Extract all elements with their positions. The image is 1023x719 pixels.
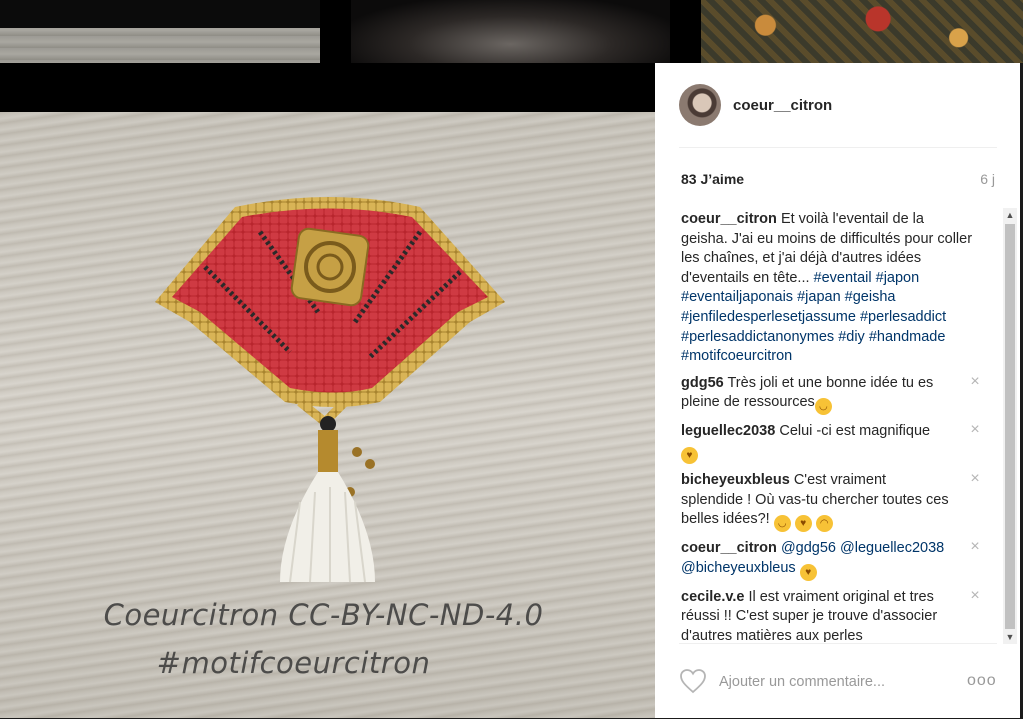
watermark-license: Coeurcitron CC-BY-NC-ND-4.0 <box>103 598 544 632</box>
comment-item: leguellec2038 Celui -ci est magnifique ♥… <box>681 422 983 464</box>
mention-link[interactable]: @bicheyeuxbleus <box>681 560 796 576</box>
post-photo-pane: Coeurcitron CC-BY-NC-ND-4.0 #motifcoeurc… <box>0 63 655 718</box>
hashtag-link[interactable]: #handmade <box>869 329 946 345</box>
heart-icon[interactable] <box>679 668 707 694</box>
comment-item: coeur__citron @gdg56 @leguellec2038 @bic… <box>681 539 983 581</box>
likes-row: 83 J’aime 6 j <box>681 171 995 191</box>
mention-link[interactable]: @gdg56 <box>781 540 836 556</box>
mention-link[interactable]: @leguellec2038 <box>840 540 944 556</box>
post-age[interactable]: 6 j <box>980 171 995 187</box>
scroll-up-arrow-icon[interactable]: ▲ <box>1003 208 1017 222</box>
hashtag-link[interactable]: #japan <box>797 289 841 305</box>
author-username[interactable]: coeur__citron <box>733 97 832 114</box>
comment-username[interactable]: cecile.v.e <box>681 589 744 605</box>
background-thumbnail-strip <box>0 0 1023 63</box>
hashtag-link[interactable]: #eventailjaponais <box>681 289 793 305</box>
comment-username[interactable]: coeur__citron <box>681 211 777 227</box>
scrollbar-thumb[interactable] <box>1005 224 1015 629</box>
smirk-emoji-icon: ◠ <box>815 515 833 533</box>
background-thumbnail[interactable] <box>0 0 320 63</box>
hashtag-link[interactable]: #perlesaddictanonymes <box>681 329 834 345</box>
close-icon[interactable]: × <box>967 422 983 438</box>
comment-footer: ooo <box>679 643 997 719</box>
scroll-down-arrow-icon[interactable]: ▼ <box>1003 630 1017 644</box>
comment-username[interactable]: gdg56 <box>681 375 724 391</box>
comment-username[interactable]: bicheyeuxbleus <box>681 472 790 488</box>
close-icon[interactable]: × <box>967 587 983 604</box>
background-thumbnail[interactable] <box>701 0 1023 63</box>
post-side-panel: coeur__citron 83 J’aime 6 j coeur__citro… <box>655 63 1020 718</box>
comment-scrollbar[interactable]: ▲ ▼ <box>1003 208 1017 644</box>
hashtag-link[interactable]: #diy <box>838 329 865 345</box>
comment-list: coeur__citron Et voilà l'eventail de la … <box>681 210 983 642</box>
post-header: coeur__citron <box>679 83 997 148</box>
slight-smile-emoji-icon: ◡ <box>814 398 832 416</box>
hashtag-link[interactable]: #japon <box>876 270 920 286</box>
hashtag-link[interactable]: #geisha <box>845 289 896 305</box>
heart-eyes-emoji-icon: ♥ <box>681 446 698 464</box>
close-icon[interactable]: × <box>967 373 983 390</box>
hashtag-link[interactable]: #jenfiledesperlesetjassume <box>681 309 856 325</box>
watermark-hashtag: #motifcoeurcitron <box>156 646 431 680</box>
likes-count[interactable]: 83 J’aime <box>681 171 744 187</box>
close-icon[interactable]: × <box>967 470 983 487</box>
hashtag-link[interactable]: #perlesaddict <box>860 309 946 325</box>
avatar[interactable] <box>679 84 721 126</box>
grin-emoji-icon: ◡ <box>773 515 791 533</box>
comment-item: bicheyeuxbleus C'est vraiment splendide … <box>681 470 983 533</box>
heart-eyes-emoji-icon: ♥ <box>794 515 812 533</box>
kissing-heart-emoji-icon: ♥ <box>799 563 817 581</box>
add-comment-input[interactable] <box>719 671 949 693</box>
post-caption: coeur__citron Et voilà l'eventail de la … <box>681 210 983 367</box>
comment-item: cecile.v.e Il est vraiment original et t… <box>681 587 983 642</box>
comment-username[interactable]: coeur__citron <box>681 540 777 556</box>
comment-item: gdg56 Très joli et une bonne idée tu es … <box>681 373 983 416</box>
post-photo: Coeurcitron CC-BY-NC-ND-4.0 #motifcoeurc… <box>0 112 655 718</box>
hashtag-link[interactable]: #motifcoeurcitron <box>681 348 792 364</box>
comment-text: Celui -ci est magnifique <box>779 423 931 440</box>
more-options-icon[interactable]: ooo <box>967 672 997 690</box>
background-thumbnail[interactable] <box>351 0 670 63</box>
hashtag-link[interactable]: #eventail <box>814 270 872 286</box>
close-icon[interactable]: × <box>967 539 983 555</box>
comment-username[interactable]: leguellec2038 <box>681 423 775 439</box>
